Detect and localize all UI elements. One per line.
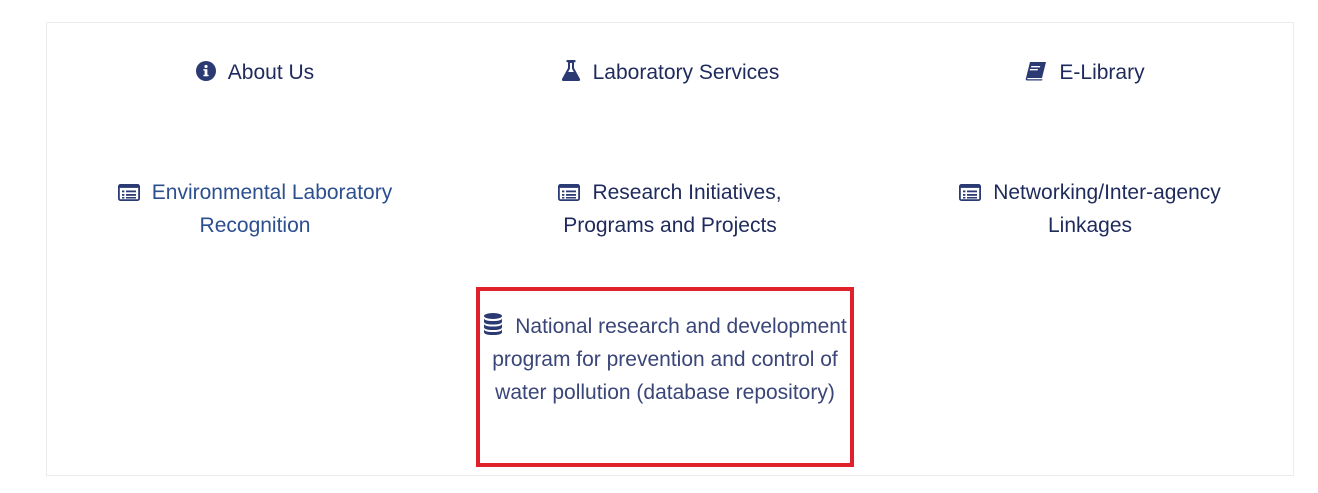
laboratory-services-label: Laboratory Services — [592, 61, 780, 84]
environmental-laboratory-recognition-label: Environmental Laboratory Recognition — [151, 181, 393, 237]
water-pollution-program-label: National research and development progra… — [492, 315, 847, 404]
e-library-link[interactable]: E-Library — [970, 56, 1200, 89]
list-alt-icon — [117, 184, 140, 201]
flask-icon — [561, 60, 581, 81]
research-initiatives-link[interactable]: Research Initiatives, Programs and Proje… — [520, 176, 820, 242]
about-us-link[interactable]: About Us — [140, 56, 370, 89]
water-pollution-program-link[interactable]: National research and development progra… — [480, 310, 850, 409]
about-us-label: About Us — [227, 61, 315, 84]
research-initiatives-label: Research Initiatives, Programs and Proje… — [563, 181, 782, 237]
book-icon — [1025, 61, 1047, 81]
laboratory-services-link[interactable]: Laboratory Services — [510, 56, 830, 89]
database-icon — [483, 313, 503, 335]
info-circle-icon — [195, 61, 216, 81]
networking-linkages-link[interactable]: Networking/Inter-agency Linkages — [940, 176, 1240, 242]
e-library-label: E-Library — [1059, 61, 1145, 84]
list-alt-icon — [558, 184, 581, 201]
environmental-laboratory-recognition-link[interactable]: Environmental Laboratory Recognition — [95, 176, 415, 242]
networking-linkages-label: Networking/Inter-agency Linkages — [993, 181, 1221, 237]
list-alt-icon — [959, 184, 982, 201]
